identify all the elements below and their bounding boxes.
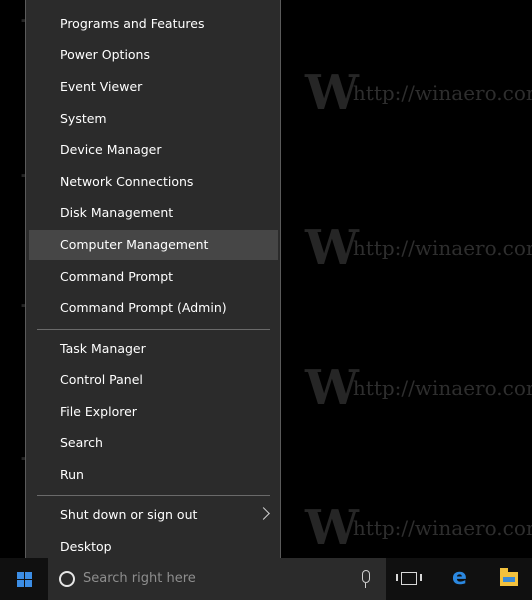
menu-item-computer-management[interactable]: Computer Management [29,230,278,260]
start-icon [17,572,24,579]
menu-item-control-panel[interactable]: Control Panel [29,365,278,395]
menu-item-run[interactable]: Run [29,460,278,490]
search-box[interactable]: Search right here [48,558,386,600]
taskbar: Search right here e [0,558,532,600]
menu-item-file-explorer[interactable]: File Explorer [29,397,278,427]
task-view-icon[interactable] [396,572,422,585]
menu-item-disk-management[interactable]: Disk Management [29,198,278,228]
menu-item-task-manager[interactable]: Task Manager [29,334,278,364]
search-placeholder: Search right here [83,571,196,586]
menu-separator [37,329,270,330]
watermark: Whttp://winaero.com [305,65,532,121]
menu-separator [37,495,270,496]
microphone-icon[interactable] [362,570,370,583]
chevron-right-icon [257,507,270,520]
menu-item-network-connections[interactable]: Network Connections [29,167,278,197]
menu-item-power-options[interactable]: Power Options [29,40,278,70]
watermark: Whttp://winaero.com [305,220,532,276]
menu-item-shut-down-or-sign-out[interactable]: Shut down or sign out [29,500,278,530]
menu-item-command-prompt[interactable]: Command Prompt [29,262,278,292]
watermark: Whttp://winaero.com [305,360,532,416]
edge-icon[interactable]: e [452,567,467,589]
menu-item-label: Shut down or sign out [60,507,198,522]
start-button[interactable] [0,558,48,600]
menu-item-programs-and-features[interactable]: Programs and Features [29,9,278,39]
menu-item-system[interactable]: System [29,104,278,134]
power-user-menu: Programs and Features Power Options Even… [25,0,281,575]
file-explorer-icon[interactable] [500,568,518,586]
cortana-icon [59,571,75,587]
menu-item-search[interactable]: Search [29,428,278,458]
watermark: Whttp://winaero.com [305,500,532,556]
menu-item-command-prompt-admin[interactable]: Command Prompt (Admin) [29,293,278,323]
menu-item-device-manager[interactable]: Device Manager [29,135,278,165]
menu-item-event-viewer[interactable]: Event Viewer [29,72,278,102]
